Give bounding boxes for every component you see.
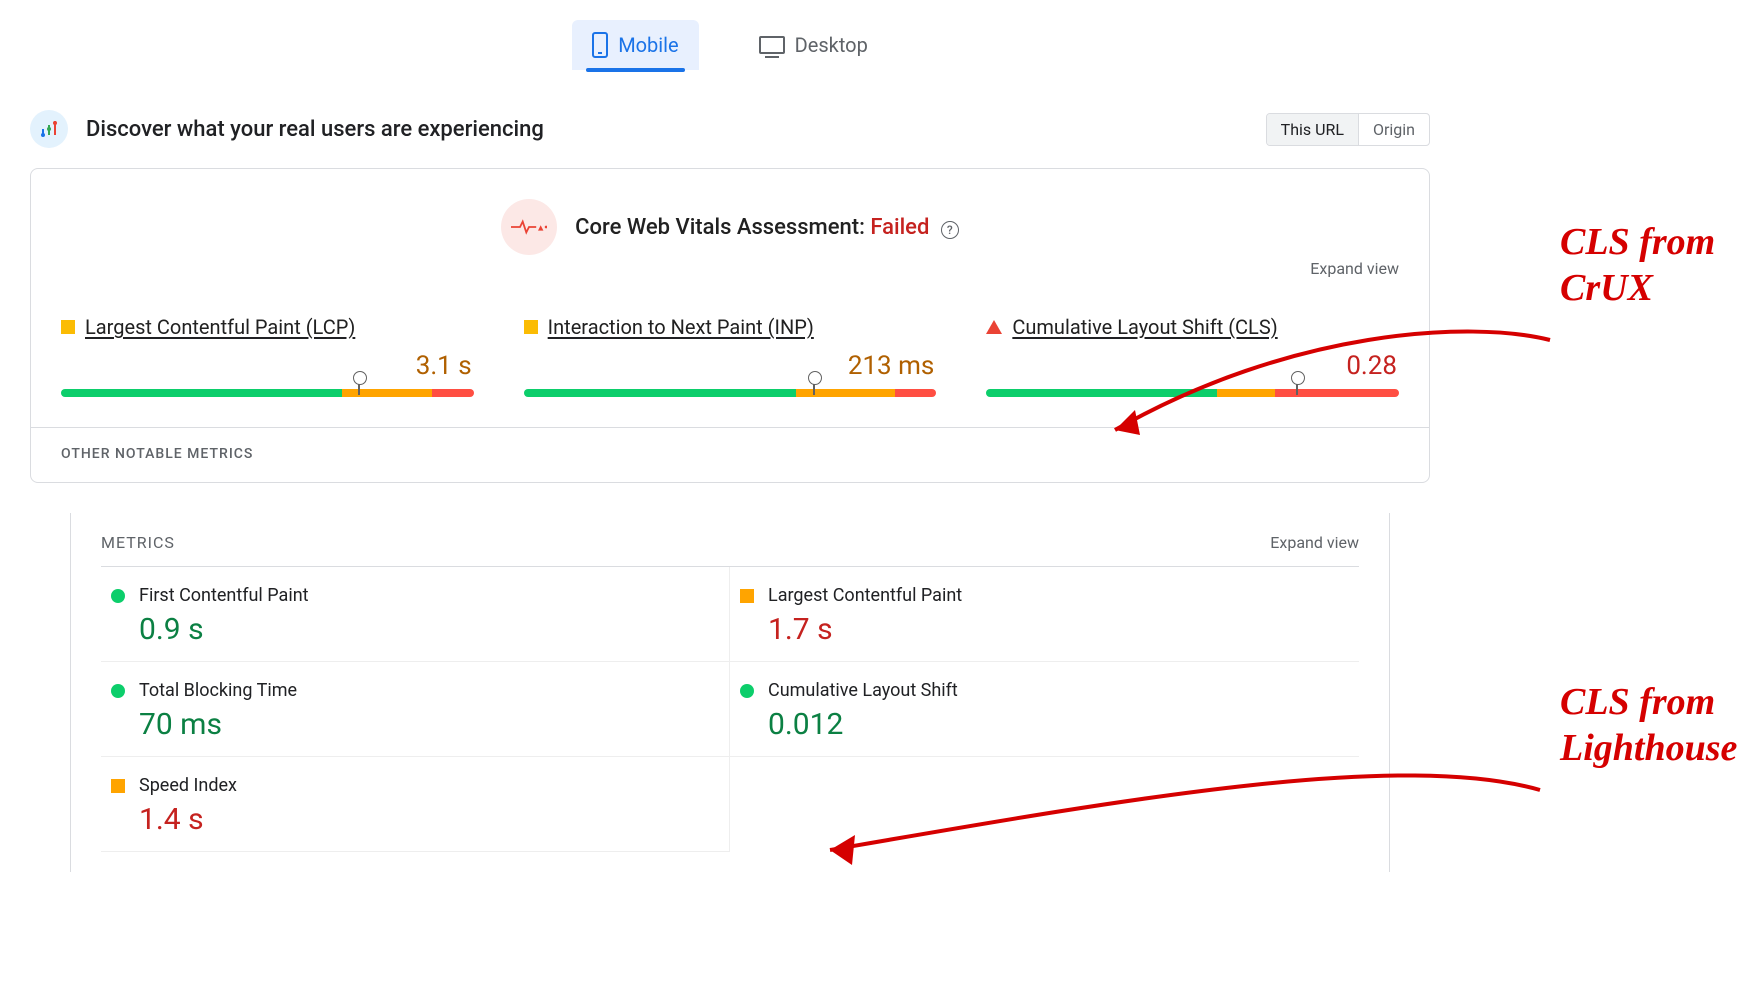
assessment-status: Failed xyxy=(870,215,929,240)
metric-name: Total Blocking Time xyxy=(139,680,297,701)
page-title: Discover what your real users are experi… xyxy=(86,117,1266,142)
metric-name: Speed Index xyxy=(139,775,237,796)
insights-icon xyxy=(30,110,68,148)
vital-1: Interaction to Next Paint (INP) 213 ms xyxy=(524,315,937,397)
metric-cell-4: Speed Index 1.4 s xyxy=(101,757,730,852)
desktop-icon xyxy=(759,36,785,54)
mobile-icon xyxy=(592,32,608,58)
pulse-icon xyxy=(501,199,557,255)
annotation-lighthouse: CLS fromLighthouse xyxy=(1560,680,1737,771)
square-icon xyxy=(524,320,538,334)
metric-cell-2: Total Blocking Time 70 ms xyxy=(101,662,730,757)
metric-value: 1.7 s xyxy=(768,612,1349,647)
marker-icon xyxy=(813,379,815,395)
arrow-crux-icon xyxy=(1090,310,1560,460)
expand-metrics-button[interactable]: Expand view xyxy=(1270,533,1359,552)
metrics-title: METRICS xyxy=(101,533,1270,552)
metric-name: First Contentful Paint xyxy=(139,585,309,606)
tab-mobile-label: Mobile xyxy=(618,33,678,57)
metric-cell-0: First Contentful Paint 0.9 s xyxy=(101,567,730,662)
metric-value: 70 ms xyxy=(139,707,719,742)
assessment-row: Core Web Vitals Assessment: Failed ? xyxy=(61,199,1399,255)
triangle-icon xyxy=(986,320,1002,334)
status-dot-icon xyxy=(111,779,125,793)
vital-bar xyxy=(61,389,474,397)
tab-desktop-label: Desktop xyxy=(795,33,868,57)
vital-name[interactable]: Largest Contentful Paint (LCP) xyxy=(85,315,355,339)
metric-value: 0.012 xyxy=(768,707,1349,742)
status-dot-icon xyxy=(740,684,754,698)
square-icon xyxy=(61,320,75,334)
expand-vitals-button[interactable]: Expand view xyxy=(1310,259,1399,278)
metric-cell-1: Largest Contentful Paint 1.7 s xyxy=(730,567,1359,662)
help-icon[interactable]: ? xyxy=(941,221,959,239)
scope-origin-button[interactable]: Origin xyxy=(1358,114,1429,145)
device-tabs: Mobile Desktop xyxy=(0,20,1460,70)
vital-value: 213 ms xyxy=(524,351,935,381)
arrow-lighthouse-icon xyxy=(800,740,1550,920)
metric-name: Cumulative Layout Shift xyxy=(768,680,958,701)
header-row: Discover what your real users are experi… xyxy=(0,110,1460,168)
status-dot-icon xyxy=(111,589,125,603)
vital-bar xyxy=(524,389,937,397)
metric-value: 1.4 s xyxy=(139,802,719,837)
tab-mobile[interactable]: Mobile xyxy=(572,20,698,70)
scope-segmented-control: This URL Origin xyxy=(1266,113,1430,146)
vital-name[interactable]: Interaction to Next Paint (INP) xyxy=(548,315,814,339)
metric-value: 0.9 s xyxy=(139,612,719,647)
status-dot-icon xyxy=(111,684,125,698)
annotation-crux: CLS fromCrUX xyxy=(1560,220,1715,311)
status-dot-icon xyxy=(740,589,754,603)
vital-0: Largest Contentful Paint (LCP) 3.1 s xyxy=(61,315,474,397)
marker-icon xyxy=(358,379,360,395)
tab-desktop[interactable]: Desktop xyxy=(739,20,888,70)
metric-name: Largest Contentful Paint xyxy=(768,585,962,606)
assessment-label: Core Web Vitals Assessment: Failed ? xyxy=(575,215,959,240)
vital-value: 3.1 s xyxy=(61,351,472,381)
scope-this-url-button[interactable]: This URL xyxy=(1267,114,1358,145)
assessment-prefix: Core Web Vitals Assessment: xyxy=(575,215,870,240)
